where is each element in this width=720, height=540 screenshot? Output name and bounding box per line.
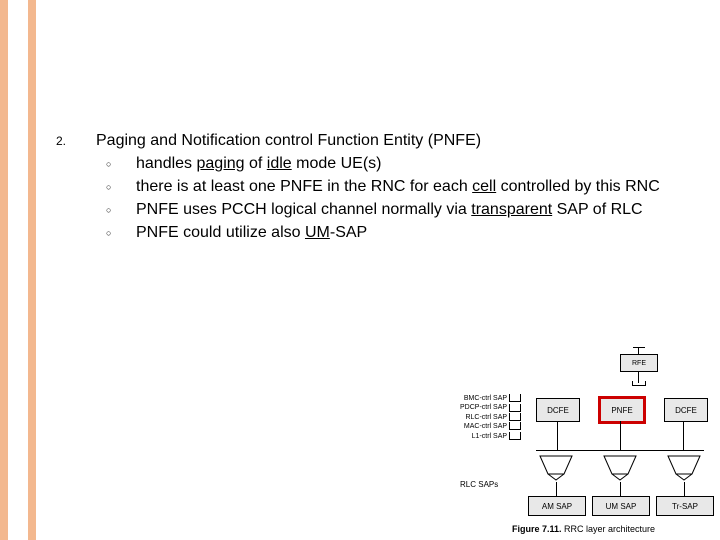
rlc-saps-label: RLC SAPs (460, 480, 498, 489)
bullet-1: handles paging of idle mode UE(s) (136, 153, 708, 174)
divider-line (536, 450, 704, 451)
rfe-sap-icon (632, 381, 646, 386)
sap-icon (509, 394, 521, 402)
sap-icon (509, 432, 521, 440)
sap-triangle-icon (666, 454, 702, 482)
sap-list: BMC-ctrl SAP PDCP-ctrl SAP RLC-ctrl SAP … (460, 394, 521, 441)
slide-content: 2. Paging and Notification control Funct… (56, 130, 708, 244)
list-body: Paging and Notification control Function… (96, 130, 708, 244)
architecture-figure: RFE BMC-ctrl SAP PDCP-ctrl SAP RLC-ctrl … (452, 354, 712, 534)
hollow-bullet-icon (96, 222, 136, 241)
hollow-bullet-icon (96, 153, 136, 172)
sap-icon (509, 422, 521, 430)
sap-icon (509, 404, 521, 412)
bullet-3: PNFE uses PCCH logical channel normally … (136, 199, 708, 220)
um-sap-box: UM SAP (592, 496, 650, 516)
figure-caption: Figure 7.11. RRC layer architecture (512, 524, 655, 534)
sap-icon (509, 413, 521, 421)
function-entity-boxes: DCFE PNFE DCFE (536, 398, 708, 422)
hollow-bullet-icon (96, 199, 136, 218)
dcfe-box: DCFE (664, 398, 708, 422)
hollow-bullet-icon (96, 176, 136, 195)
pnfe-box: PNFE (600, 398, 644, 422)
decorative-stripes (0, 0, 46, 540)
list-number: 2. (56, 130, 96, 148)
tr-sap-box: Tr-SAP (656, 496, 714, 516)
am-sap-box: AM SAP (528, 496, 586, 516)
sap-triangle-icon (538, 454, 574, 482)
bullet-4: PNFE could utilize also UM-SAP (136, 222, 708, 243)
sap-triangle-icon (602, 454, 638, 482)
dcfe-box: DCFE (536, 398, 580, 422)
bullet-2: there is at least one PNFE in the RNC fo… (136, 176, 708, 197)
item-title: Paging and Notification control Function… (96, 130, 708, 151)
rfe-box: RFE (620, 354, 658, 372)
